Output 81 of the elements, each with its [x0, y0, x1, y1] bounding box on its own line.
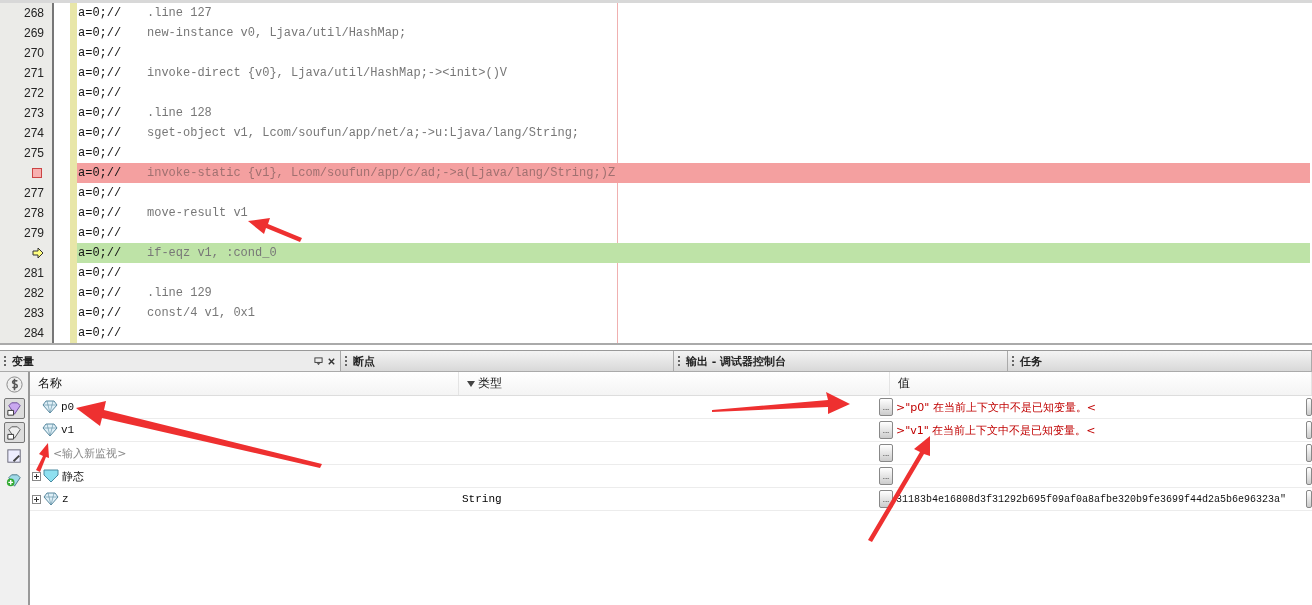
column-header[interactable]: 值	[890, 372, 1312, 395]
line-number: 273	[23, 106, 44, 120]
code-text: if-eqz v1, :cond_0	[147, 246, 277, 260]
shield-icon	[43, 469, 59, 483]
column-header[interactable]: 名称	[30, 372, 459, 395]
dollar-icon[interactable]	[3, 374, 25, 395]
gem-icon	[42, 400, 58, 414]
line-number: 277	[23, 186, 44, 200]
code-prefix: a=0;//	[78, 46, 123, 60]
code-prefix: a=0;//	[78, 186, 123, 200]
breakpoint-icon[interactable]	[32, 168, 42, 178]
variable-name: z	[62, 493, 69, 505]
code-text: sget-object v1, Lcom/soufun/app/net/a;->u:Ljava/lang/String;	[147, 126, 580, 140]
line-number: 282	[23, 286, 44, 300]
value-text: >"p0" 在当前上下文中不是已知变量。<	[896, 399, 1097, 415]
code-prefix: a=0;//	[78, 26, 123, 40]
code-text: .line 127	[147, 6, 212, 20]
line-number: 272	[23, 86, 44, 100]
line-number: 271	[23, 66, 44, 80]
code-prefix: a=0;//	[78, 166, 123, 180]
value-text: >"v1" 在当前上下文中不是已知变量。<	[896, 422, 1096, 438]
line-number: 275	[23, 146, 44, 160]
code-prefix: a=0;//	[78, 106, 123, 120]
code-prefix: a=0;//	[78, 306, 123, 320]
gem-icon[interactable]	[3, 422, 25, 443]
code-prefix: a=0;//	[78, 226, 123, 240]
panel-tab[interactable]: 变量	[0, 351, 341, 371]
line-number: 270	[23, 46, 44, 60]
code-prefix: a=0;//	[78, 146, 123, 160]
code-prefix: a=0;//	[78, 6, 123, 20]
ellipsis-button[interactable]	[1306, 398, 1312, 416]
code-text: invoke-direct {v0}, Ljava/util/HashMap;-><init>()V	[147, 66, 508, 80]
panel-tab[interactable]: 输出 - 调试器控制台	[674, 351, 1008, 371]
close-icon[interactable]	[327, 356, 336, 366]
code-prefix: a=0;//	[78, 66, 123, 80]
variable-name: 静态	[62, 469, 84, 484]
line-number: 283	[23, 306, 44, 320]
line-number: 274	[23, 126, 44, 140]
code-text: move-result v1	[147, 206, 248, 220]
line-number: 281	[23, 266, 44, 280]
gem-icon	[43, 492, 59, 506]
ellipsis-button[interactable]	[1306, 490, 1312, 508]
code-text: new-instance v0, Ljava/util/HashMap;	[147, 26, 407, 40]
code-prefix: a=0;//	[78, 266, 123, 280]
annotation-arrow	[248, 218, 302, 242]
panel-tab[interactable]: 断点	[341, 351, 674, 371]
code-prefix: a=0;//	[78, 86, 123, 100]
ellipsis-button[interactable]: ...	[879, 421, 893, 439]
ellipsis-button[interactable]: ...	[879, 490, 893, 508]
code-prefix: a=0;//	[78, 206, 123, 220]
ellipsis-button[interactable]	[1306, 421, 1312, 439]
expand-toggle[interactable]	[32, 471, 41, 481]
expand-toggle[interactable]	[32, 494, 41, 504]
ellipsis-button[interactable]: ...	[879, 398, 893, 416]
line-number: 279	[23, 226, 44, 240]
code-text: invoke-static {v1}, Lcom/soufun/app/c/ad;->a(Ljava/lang/String;)Z	[147, 166, 616, 180]
panel-tab[interactable]: 任务	[1008, 351, 1312, 371]
type-text: String	[462, 493, 502, 505]
code-prefix: a=0;//	[78, 246, 123, 260]
variable-name: p0	[61, 401, 75, 413]
line-number: 269	[23, 26, 44, 40]
code-text: const/4 v1, 0x1	[147, 306, 256, 320]
line-number: 284	[23, 326, 44, 340]
new-watch-field[interactable]: <输入新监视>	[53, 445, 127, 461]
code-prefix: a=0;//	[78, 126, 123, 140]
gem-icon[interactable]	[3, 398, 25, 419]
code-text: .line 128	[147, 106, 212, 120]
code-text: .line 129	[147, 286, 212, 300]
gem-icon	[42, 423, 58, 437]
ellipsis-button[interactable]: ...	[879, 444, 893, 462]
ellipsis-button[interactable]: ...	[879, 467, 893, 485]
annotation-arrow	[36, 443, 49, 472]
minimize-icon[interactable]	[314, 356, 323, 366]
value-text: 31183b4e16808d3f31292b695f09af0a8afbe320b9fe3699f44d2a5b6e96323a"	[896, 493, 1287, 505]
variable-name: v1	[61, 424, 75, 436]
code-prefix: a=0;//	[78, 326, 123, 340]
ellipsis-button[interactable]	[1306, 444, 1312, 462]
line-number: 278	[23, 206, 44, 220]
code-prefix: a=0;//	[78, 286, 123, 300]
ellipsis-button[interactable]	[1306, 467, 1312, 485]
line-number: 268	[23, 6, 44, 20]
